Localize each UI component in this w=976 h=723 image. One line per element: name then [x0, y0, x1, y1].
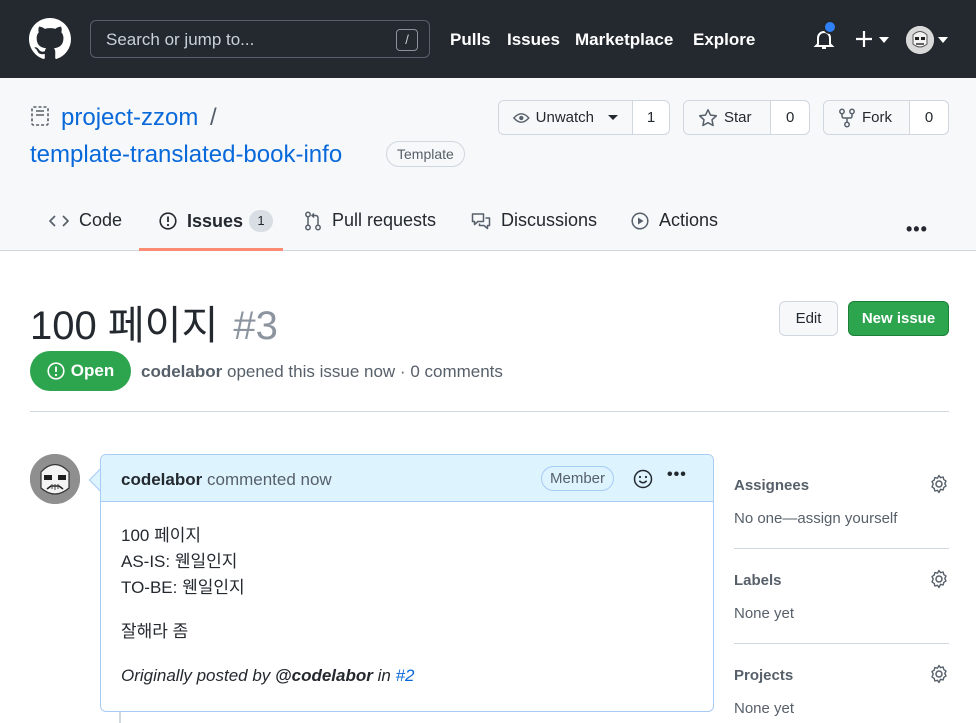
comment-line: TO-BE: 웬일인지: [121, 578, 245, 597]
footer-prefix: Originally posted by: [121, 666, 271, 685]
issue-title-text: 100 페이지: [30, 304, 219, 348]
assignees-value[interactable]: No one—assign yourself: [734, 510, 949, 527]
stargazers-count[interactable]: 0: [771, 101, 809, 134]
timeline-line: [119, 712, 121, 723]
sidebar-divider: [734, 548, 949, 549]
repo-owner-link[interactable]: project-zzom: [61, 104, 198, 132]
sidebar-labels: Labels None yet: [734, 569, 949, 622]
footer-user-link[interactable]: @codelabor: [275, 666, 373, 685]
sidebar-divider: [734, 643, 949, 644]
fork-button[interactable]: Fork: [824, 101, 910, 134]
comment-line: AS-IS: 웬일인지: [121, 552, 238, 571]
watch-button-group: Unwatch 1: [498, 100, 670, 135]
gear-icon[interactable]: [929, 569, 949, 589]
comment-paragraph: 잘해라 좀: [121, 622, 189, 641]
search-shortcut-key: /: [396, 29, 418, 51]
tab-pull-requests-label: Pull requests: [332, 210, 437, 230]
comment-timestamp[interactable]: commented now: [207, 470, 332, 489]
nav-explore[interactable]: Explore: [693, 30, 755, 50]
code-icon: [49, 214, 69, 227]
original-issue-link[interactable]: #2: [396, 666, 415, 685]
star-button[interactable]: Star: [684, 101, 772, 134]
discussion-icon: [471, 212, 491, 229]
header-divider: [30, 411, 949, 412]
nav-pulls[interactable]: Pulls: [450, 30, 491, 50]
issue-meta: codelabor opened this issue now · 0 comm…: [141, 362, 503, 382]
issue-opened-icon: [159, 212, 177, 230]
comment-header: codelabor commented now Member •••: [101, 455, 713, 502]
forks-count[interactable]: 0: [910, 101, 948, 134]
assignees-title[interactable]: Assignees: [734, 477, 949, 494]
sidebar-assignees: Assignees No one—assign yourself: [734, 474, 949, 527]
tab-issues[interactable]: Issues 1: [159, 210, 274, 232]
issue-number: #3: [233, 304, 278, 348]
avatar[interactable]: [30, 454, 80, 504]
issue-author-link[interactable]: codelabor: [141, 362, 222, 381]
nav-marketplace[interactable]: Marketplace: [575, 30, 673, 50]
gear-icon[interactable]: [929, 664, 949, 684]
gear-icon[interactable]: [929, 474, 949, 494]
issue-title: 100 페이지 #3: [30, 293, 278, 351]
repo-template-icon: [31, 106, 49, 126]
kebab-icon[interactable]: •••: [667, 466, 687, 484]
issue-meta-text: opened this issue now · 0 comments: [226, 362, 503, 381]
tab-code-label: Code: [79, 210, 123, 230]
projects-value: None yet: [734, 700, 795, 717]
star-icon: [698, 108, 718, 126]
nav-issues[interactable]: Issues: [507, 30, 560, 50]
fork-button-group: Fork 0: [823, 100, 949, 135]
edit-title-button[interactable]: Edit: [779, 301, 838, 336]
comment-paragraph: 100 페이지 AS-IS: 웬일인지 TO-BE: 웬일인지: [121, 523, 415, 601]
template-badge: Template: [386, 141, 465, 167]
chevron-down-icon[interactable]: [938, 37, 948, 43]
labels-value: None yet: [734, 605, 795, 622]
star-label: Star: [724, 109, 752, 126]
projects-title[interactable]: Projects: [734, 667, 949, 684]
comment-line: 100 페이지: [121, 526, 202, 545]
github-logo-icon[interactable]: [29, 18, 71, 60]
plus-icon[interactable]: [852, 26, 892, 52]
issues-counter: 1: [249, 210, 274, 232]
smiley-icon[interactable]: [633, 469, 653, 489]
active-tab-indicator: [139, 248, 283, 251]
watchers-count[interactable]: 1: [633, 101, 669, 134]
fork-label: Fork: [862, 109, 892, 126]
comment-author-link[interactable]: codelabor: [121, 470, 202, 489]
user-avatar[interactable]: [906, 26, 934, 54]
tab-issues-label: Issues: [187, 210, 244, 231]
labels-title[interactable]: Labels: [734, 572, 949, 589]
tab-actions[interactable]: Actions: [631, 210, 718, 231]
issue-state-badge: Open: [30, 351, 131, 391]
member-badge: Member: [541, 466, 615, 491]
issue-opened-icon: [47, 362, 65, 380]
tab-actions-label: Actions: [659, 210, 719, 230]
unwatch-button[interactable]: Unwatch: [499, 101, 633, 134]
comment-author-line: codelabor commented now: [121, 470, 332, 490]
originally-posted-note: Originally posted by @codelabor in #2: [121, 663, 415, 689]
sidebar-projects: Projects None yet: [734, 664, 949, 717]
footer-in: in: [377, 666, 391, 685]
repo-name-link[interactable]: template-translated-book-info: [30, 141, 342, 169]
repo-path-separator: /: [210, 104, 217, 131]
tab-discussions-label: Discussions: [501, 210, 598, 230]
eye-icon: [513, 112, 530, 123]
new-issue-button[interactable]: New issue: [848, 301, 949, 336]
issue-state-label: Open: [70, 361, 115, 380]
tab-code[interactable]: Code: [49, 210, 122, 231]
chevron-down-icon: [608, 115, 618, 120]
fork-icon: [839, 108, 855, 127]
tab-pull-requests[interactable]: Pull requests: [304, 210, 436, 231]
global-header: Search or jump to... / Pulls Issues Mark…: [0, 0, 976, 78]
star-button-group: Star 0: [683, 100, 810, 135]
play-icon: [631, 211, 649, 230]
comment: codelabor commented now Member ••• 100 페…: [100, 454, 714, 712]
tab-discussions[interactable]: Discussions: [471, 210, 597, 231]
pull-request-icon: [305, 211, 321, 230]
notification-indicator: [823, 20, 837, 34]
search-input[interactable]: Search or jump to... /: [90, 20, 430, 58]
unwatch-label: Unwatch: [535, 109, 594, 126]
comment-body: 100 페이지 AS-IS: 웬일인지 TO-BE: 웬일인지 잘해라 좀 Or…: [121, 523, 415, 707]
kebab-icon[interactable]: •••: [906, 219, 928, 240]
search-placeholder: Search or jump to...: [106, 30, 255, 49]
